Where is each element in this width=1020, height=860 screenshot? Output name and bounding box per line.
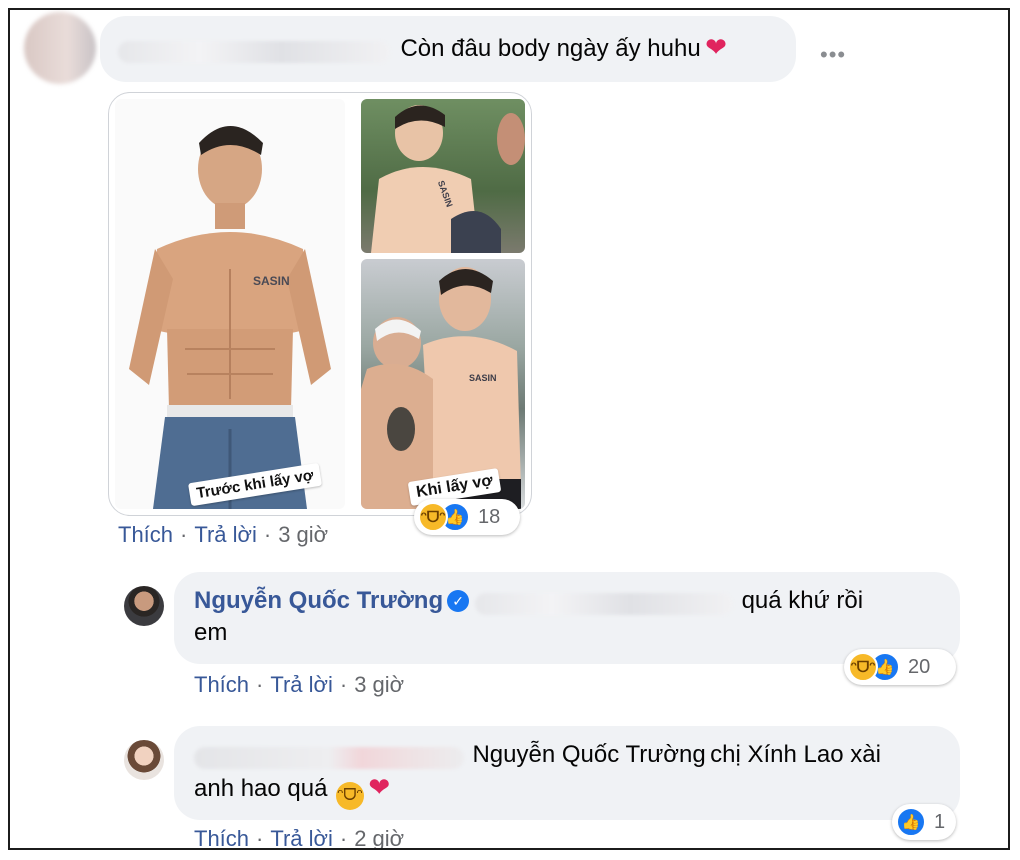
reply-bubble: Nguyễn Quốc Trường chị Xính Lao xài anh … [174, 726, 960, 820]
blurred-commenter-name[interactable] [194, 746, 464, 769]
mentioned-name[interactable]: Nguyễn Quốc Trường [472, 741, 705, 768]
photo-after-top: SASIN [361, 99, 525, 253]
haha-reaction-icon: ᵔᗜᵔ [848, 652, 878, 682]
two-men-illustration: SASIN [361, 267, 521, 509]
timestamp[interactable]: 2 giờ [354, 826, 404, 848]
reaction-summary[interactable]: 👍 1 [892, 804, 956, 840]
commenter-avatar[interactable] [24, 12, 96, 84]
reply-action[interactable]: Trả lời [270, 826, 333, 848]
haha-reaction-icon: ᵔᗜᵔ [418, 502, 448, 532]
heart-emoji-icon: ❤ [368, 772, 391, 802]
timestamp[interactable]: 3 giờ [354, 672, 404, 697]
heart-emoji-icon: ❤ [705, 32, 727, 62]
reaction-count: 1 [934, 810, 946, 833]
like-action[interactable]: Thích [118, 522, 173, 547]
comment-thread: Còn đâu body ngày ấy huhu ❤ ••• SASIN Tr… [8, 8, 1010, 850]
photo-before: SASIN Trước khi lấy vợ [115, 99, 345, 509]
like-action[interactable]: Thích [194, 826, 249, 848]
reply-author-avatar[interactable] [124, 586, 164, 626]
reaction-count: 20 [908, 655, 931, 678]
more-options-icon[interactable]: ••• [820, 42, 846, 68]
tattoo-text: SASIN [253, 274, 290, 288]
shirtless-man-illustration: SASIN [129, 126, 331, 509]
photo-after-bottom: SASIN Khi lấy vợ [361, 259, 525, 509]
reply-action[interactable]: Trả lời [194, 522, 257, 547]
timestamp[interactable]: 3 giờ [278, 522, 328, 547]
comment-photo[interactable]: SASIN Trước khi lấy vợ SASIN SASIN Khi l… [108, 92, 532, 516]
verified-badge-icon: ✓ [447, 590, 470, 612]
reply-action[interactable]: Trả lời [270, 672, 333, 697]
reply-bubble: Nguyễn Quốc Trường ✓ quá khứ rồi em [174, 572, 960, 664]
reply-text: quá khứ rồi [741, 587, 864, 614]
comment-actions: Thích · Trả lời · 3 giờ [118, 522, 329, 547]
reply-text-continued: anh hao quá [194, 775, 328, 802]
comment-text: Còn đâu body ngày ấy huhu [400, 35, 701, 62]
reply-text: chị Xính Lao xài [710, 741, 881, 768]
reaction-summary[interactable]: ᵔᗜᵔ 👍 20 [844, 649, 956, 685]
like-reaction-icon: 👍 [896, 807, 926, 837]
like-action[interactable]: Thích [194, 672, 249, 697]
reaction-count: 18 [478, 505, 501, 528]
blurred-mention[interactable] [475, 592, 734, 615]
man-on-boat-illustration: SASIN [371, 105, 525, 253]
comment-bubble: Còn đâu body ngày ấy huhu ❤ [100, 16, 796, 82]
svg-text:SASIN: SASIN [469, 373, 497, 383]
reply-actions: Thích · Trả lời · 2 giờ [194, 826, 405, 850]
rofl-emoji-icon: ᵔᗜᵔ [335, 782, 364, 810]
reply-author-name[interactable]: Nguyễn Quốc Trường [194, 587, 443, 614]
reaction-summary[interactable]: ᵔᗜᵔ 👍 18 [414, 499, 520, 535]
reply-text-continued: em [194, 619, 228, 646]
blurred-commenter-name[interactable] [118, 40, 390, 63]
reply-author-avatar[interactable] [124, 740, 164, 780]
reply-actions: Thích · Trả lời · 3 giờ [194, 672, 405, 697]
